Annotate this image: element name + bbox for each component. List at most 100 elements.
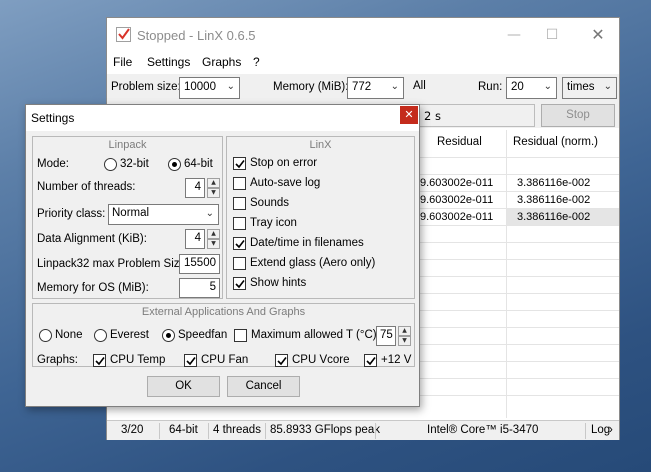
app-none-label[interactable]: None [55, 329, 83, 341]
graph-checkbox[interactable] [364, 354, 377, 367]
linx-option-checkbox[interactable] [233, 237, 246, 250]
max-problem-input[interactable]: 15500 [179, 254, 220, 274]
maximize-icon[interactable]: ☐ [537, 25, 567, 45]
menu-graphs[interactable]: Graphs [202, 55, 241, 69]
table-cell[interactable]: 3.386116e-002 [517, 194, 590, 206]
graph-label[interactable]: CPU Fan [201, 354, 248, 366]
max-temp-label[interactable]: Maximum allowed T (°C): [251, 329, 380, 341]
memory-os-label: Memory for OS (MiB): [37, 282, 149, 294]
mode-32bit-radio[interactable] [104, 158, 117, 171]
app-everest-label[interactable]: Everest [110, 329, 149, 341]
window-title: Stopped - LinX 0.6.5 [137, 28, 256, 43]
status-separator [265, 423, 266, 439]
checkmark-icon [235, 240, 245, 249]
graph-label[interactable]: CPU Vcore [292, 354, 350, 366]
status-separator [208, 423, 209, 439]
linx-option-label[interactable]: Tray icon [250, 217, 297, 229]
close-icon[interactable]: ✕ [583, 25, 613, 45]
row-divider [407, 395, 619, 396]
max-temp-input[interactable]: 75 [376, 326, 396, 346]
mode-64bit-radio[interactable] [168, 158, 181, 171]
settings-titlebar[interactable]: Settings ✕ [26, 105, 419, 131]
row-divider [407, 361, 619, 362]
graph-checkbox[interactable] [275, 354, 288, 367]
alignment-input[interactable]: 4 [185, 229, 205, 249]
header-divider [407, 157, 619, 158]
menu-settings[interactable]: Settings [147, 55, 190, 69]
checkmark-icon [235, 160, 245, 169]
memory-value: 772 [352, 81, 372, 93]
app-speedfan-radio[interactable] [162, 329, 175, 342]
minimize-icon[interactable]: — [499, 25, 529, 45]
linx-option-checkbox[interactable] [233, 217, 246, 230]
table-cell[interactable]: 9.603002e-011 [420, 211, 493, 223]
table-cell[interactable]: 3.386116e-002 [517, 211, 590, 223]
graph-checkbox[interactable] [184, 354, 197, 367]
linx-option-checkbox[interactable] [233, 277, 246, 290]
linx-option-checkbox[interactable] [233, 157, 246, 170]
chevron-right-icon[interactable]: › [609, 424, 613, 436]
status-gflops: 85.8933 GFlops peak [270, 424, 380, 436]
menu-file[interactable]: File [113, 55, 132, 69]
memory-combo[interactable]: 772 ⌄ [347, 77, 404, 99]
spin-up-icon[interactable]: ▲ [207, 229, 220, 239]
checkmark-icon [95, 357, 105, 366]
linx-option-checkbox[interactable] [233, 197, 246, 210]
row-divider [407, 327, 619, 328]
linx-option-checkbox[interactable] [233, 177, 246, 190]
run-unit-combo[interactable]: times ⌄ [562, 77, 617, 99]
spin-down-icon[interactable]: ▼ [398, 336, 411, 346]
status-cpu: Intel® Core™ i5-3470 [427, 424, 539, 436]
linx-option-checkbox[interactable] [233, 257, 246, 270]
linpack-group: Linpack Mode: 32-bit 64-bit Number of th… [32, 136, 223, 299]
chevron-down-icon: ⌄ [226, 81, 235, 92]
log-button[interactable]: Log [591, 424, 610, 436]
graphs-label: Graphs: [37, 354, 78, 366]
column-header-residual-norm[interactable]: Residual (norm.) [513, 136, 598, 148]
stop-button[interactable]: Stop [541, 104, 615, 127]
app-everest-radio[interactable] [94, 329, 107, 342]
mode-64bit-label[interactable]: 64-bit [184, 158, 213, 170]
elapsed-time: 2 s [417, 104, 535, 127]
linx-option-label[interactable]: Auto-save log [250, 177, 320, 189]
linx-group-title: LinX [309, 139, 332, 151]
cancel-button[interactable]: Cancel [227, 376, 300, 397]
app-speedfan-label[interactable]: Speedfan [178, 329, 227, 341]
checkmark-icon [186, 357, 196, 366]
memory-os-input[interactable]: 5 [179, 278, 220, 298]
linx-option-label[interactable]: Sounds [250, 197, 289, 209]
linx-option-label[interactable]: Stop on error [250, 157, 317, 169]
graph-checkbox[interactable] [93, 354, 106, 367]
priority-label: Priority class: [37, 208, 106, 220]
main-titlebar[interactable]: Stopped - LinX 0.6.5 — ☐ ✕ [107, 18, 619, 52]
threads-input[interactable]: 4 [185, 178, 205, 198]
all-label[interactable]: All [413, 80, 426, 92]
row-divider [407, 174, 619, 175]
max-temp-checkbox[interactable] [234, 329, 247, 342]
graph-label[interactable]: +12 V [381, 354, 411, 366]
mode-32bit-label[interactable]: 32-bit [120, 158, 149, 170]
run-label: Run: [478, 81, 503, 93]
table-cell[interactable]: 3.386116e-002 [517, 177, 590, 189]
menu-help[interactable]: ? [253, 55, 260, 69]
radio-selected-dot [166, 333, 171, 338]
spin-down-icon[interactable]: ▼ [207, 188, 220, 198]
run-count-combo[interactable]: 20 ⌄ [506, 77, 557, 99]
spin-up-icon[interactable]: ▲ [398, 326, 411, 336]
table-cell[interactable]: 9.603002e-011 [420, 194, 493, 206]
close-icon[interactable]: ✕ [400, 106, 418, 124]
linx-option-label[interactable]: Date/time in filenames [250, 237, 364, 249]
ok-button[interactable]: OK [147, 376, 220, 397]
column-header-residual[interactable]: Residual [437, 136, 482, 148]
linx-app-icon [116, 27, 131, 42]
spin-down-icon[interactable]: ▼ [207, 239, 220, 249]
linx-option-label[interactable]: Extend glass (Aero only) [250, 257, 375, 269]
problem-size-combo[interactable]: 10000 ⌄ [179, 77, 240, 99]
row-divider [407, 293, 619, 294]
linx-option-label[interactable]: Show hints [250, 277, 306, 289]
table-cell[interactable]: 9.603002e-011 [420, 177, 493, 189]
graph-label[interactable]: CPU Temp [110, 354, 165, 366]
spin-up-icon[interactable]: ▲ [207, 178, 220, 188]
app-none-radio[interactable] [39, 329, 52, 342]
priority-combo[interactable]: Normal ⌄ [108, 204, 219, 225]
